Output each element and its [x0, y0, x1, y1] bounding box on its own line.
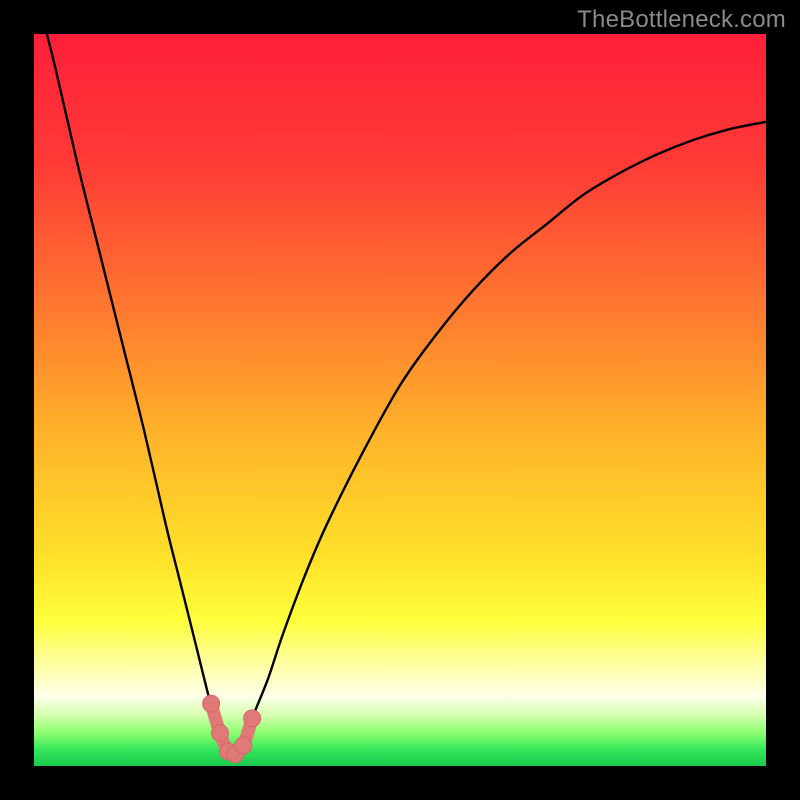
marker-dot: [203, 695, 220, 712]
bottleneck-curve: [34, 34, 766, 755]
curve-svg: [34, 34, 766, 766]
watermark-text: TheBottleneck.com: [577, 6, 786, 34]
marker-dot: [235, 737, 252, 754]
marker-dot: [244, 710, 261, 727]
plot-area: [34, 34, 766, 766]
chart-frame: TheBottleneck.com: [0, 0, 800, 800]
marker-dot: [211, 725, 228, 742]
